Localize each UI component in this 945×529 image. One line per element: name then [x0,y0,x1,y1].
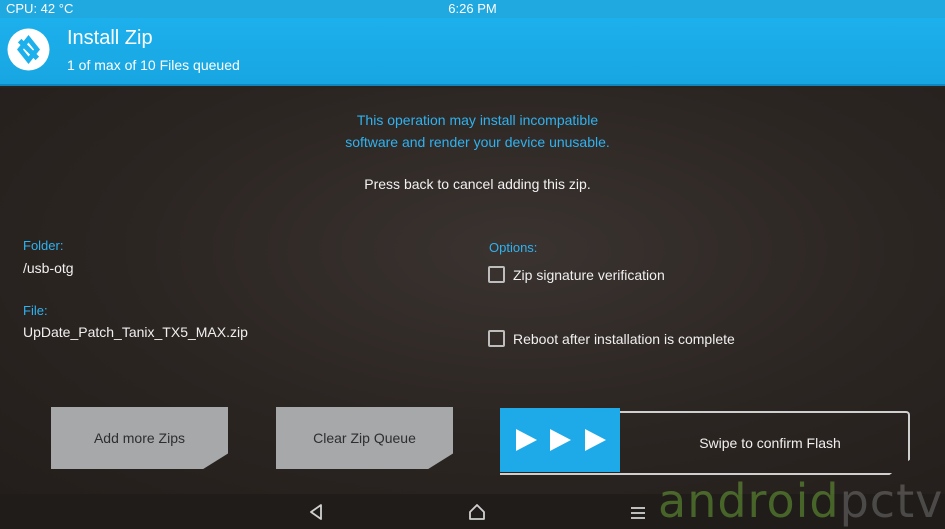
option-zip-signature[interactable]: Zip signature verification [488,266,665,283]
folder-value: /usb-otg [23,260,74,276]
watermark-logo: androidpctv [658,474,943,528]
watermark-pctv: pctv [839,474,944,528]
options-label: Options: [489,240,538,255]
queue-status: 1 of max of 10 Files queued [67,57,240,73]
back-triangle-icon[interactable] [306,502,326,522]
add-more-zips-button[interactable]: Add more Zips [51,407,228,469]
play-arrow-icon [584,429,606,451]
cancel-hint: Press back to cancel adding this zip. [364,176,591,192]
reboot-checkbox[interactable] [488,330,505,347]
option-reboot[interactable]: Reboot after installation is complete [488,330,735,347]
folder-label: Folder: [23,238,64,253]
file-value: UpDate_Patch_Tanix_TX5_MAX.zip [23,324,248,340]
cpu-temperature: CPU: 42 °C [6,1,74,16]
play-arrow-icon [550,429,571,451]
home-icon[interactable] [467,502,487,522]
file-label: File: [23,303,48,318]
warning-message: This operation may install incompatible … [0,109,945,153]
warning-line-1: This operation may install incompatible [356,112,599,128]
header-bar: Install Zip 1 of max of 10 Files queued [0,18,945,86]
watermark-android: android [658,474,840,528]
zip-signature-checkbox[interactable] [488,266,505,283]
reboot-label: Reboot after installation is complete [513,330,735,347]
clock: 6:26 PM [448,1,497,16]
warning-line-2: software and render your device unusable… [345,134,610,150]
play-arrow-icon [515,429,537,451]
clear-zip-queue-button[interactable]: Clear Zip Queue [276,407,453,469]
twrp-logo-icon [7,28,50,71]
swipe-label: Swipe to confirm Flash [699,435,841,451]
status-bar: 6:26 PM CPU: 42 °C [0,0,945,18]
swipe-handle[interactable] [500,408,620,472]
page-title: Install Zip [67,27,153,49]
zip-signature-label: Zip signature verification [513,266,665,283]
main-content: This operation may install incompatible … [0,88,945,494]
menu-lines-icon[interactable] [628,502,648,522]
